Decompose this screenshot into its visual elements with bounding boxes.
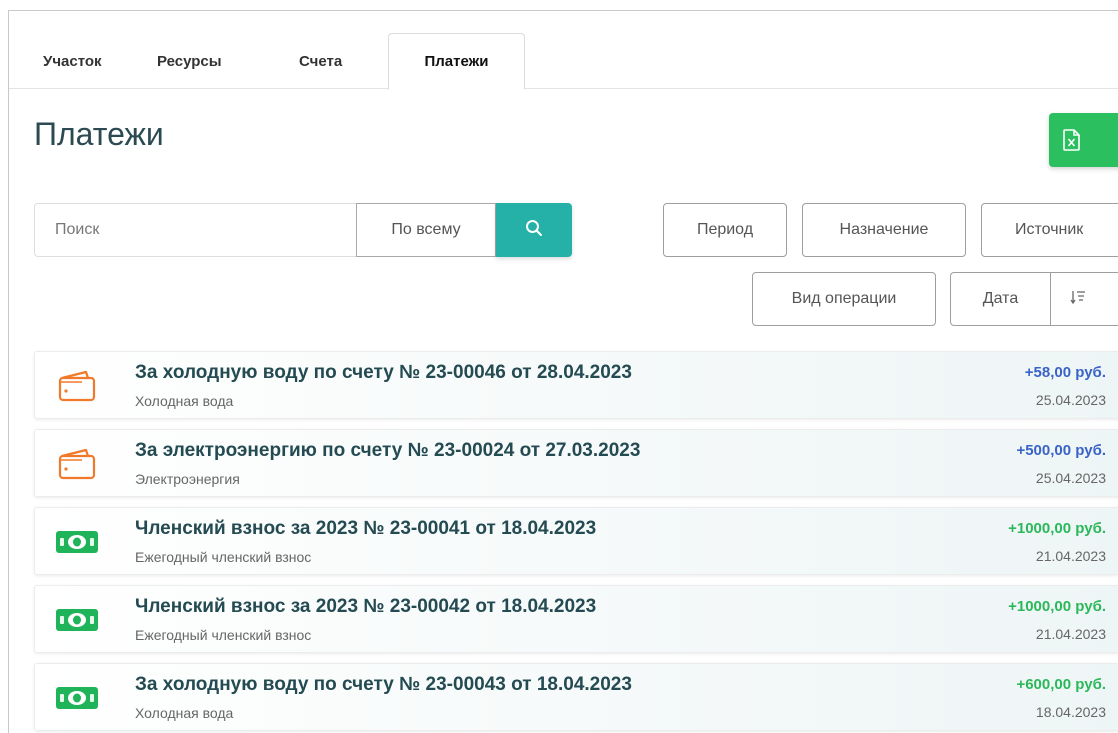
payments-panel: Участок Ресурсы Счета Платежи Платежи По…: [8, 10, 1118, 733]
tab-label: Счета: [299, 52, 343, 70]
cash-icon: [55, 680, 99, 716]
payment-purpose: Холодная вода: [135, 393, 234, 409]
payment-row[interactable]: Членский взнос за 2023 № 23-00041 от 18.…: [34, 507, 1118, 575]
cash-icon: [55, 524, 99, 560]
search-button[interactable]: [496, 203, 572, 257]
sort-descending-icon: [1070, 289, 1086, 310]
payment-title: Членский взнос за 2023 № 23-00042 от 18.…: [135, 596, 597, 617]
sort-field-label: Дата: [982, 290, 1019, 307]
payment-amount: +1000,00 руб.: [1008, 520, 1106, 537]
period-filter-button[interactable]: Период: [663, 203, 787, 257]
payment-purpose: Электроэнергия: [135, 471, 240, 487]
payment-date: 21.04.2023: [1035, 626, 1106, 642]
payment-row[interactable]: Членский взнос за 2023 № 23-00042 от 18.…: [34, 585, 1118, 653]
operation-type-filter-label: Вид операции: [791, 290, 897, 307]
excel-file-icon: [1063, 129, 1081, 151]
export-excel-button[interactable]: [1049, 113, 1118, 167]
search-scope-label: По всему: [391, 221, 461, 238]
tab-label: Ресурсы: [157, 52, 222, 70]
payment-row[interactable]: За холодную воду по счету № 23-00043 от …: [34, 663, 1118, 731]
sort-control: Дата: [950, 272, 1118, 326]
payment-date: 18.04.2023: [1035, 704, 1106, 720]
payment-title: За электроэнергию по счету № 23-00024 от…: [135, 440, 641, 461]
tab-payments[interactable]: Платежи: [388, 33, 525, 90]
payment-title: За холодную воду по счету № 23-00046 от …: [135, 362, 632, 383]
sort-direction-button[interactable]: [1051, 273, 1118, 325]
tab-label: Платежи: [424, 53, 489, 70]
payment-amount: +1000,00 руб.: [1008, 598, 1106, 615]
search-input[interactable]: [34, 203, 356, 257]
payment-date: 21.04.2023: [1035, 548, 1106, 564]
source-filter-button[interactable]: Источник: [981, 203, 1118, 257]
cash-icon: [55, 602, 99, 638]
tab-plot[interactable]: Участок: [19, 33, 126, 89]
search-icon: [525, 219, 543, 242]
payment-row[interactable]: За холодную воду по счету № 23-00046 от …: [34, 351, 1118, 419]
tab-invoices[interactable]: Счета: [275, 33, 366, 89]
payment-purpose: Ежегодный членский взнос: [135, 627, 312, 643]
payment-date: 25.04.2023: [1035, 392, 1106, 408]
payment-amount: +58,00 руб.: [1024, 364, 1106, 381]
payment-amount: +500,00 руб.: [1016, 442, 1106, 459]
tab-bar: Участок Ресурсы Счета Платежи: [9, 11, 1118, 90]
tab-label: Участок: [43, 52, 102, 70]
payment-title: Членский взнос за 2023 № 23-00041 от 18.…: [135, 518, 597, 539]
operation-type-filter-button[interactable]: Вид операции: [752, 272, 936, 326]
payment-purpose: Ежегодный членский взнос: [135, 549, 312, 565]
purpose-filter-button[interactable]: Назначение: [802, 203, 966, 257]
payment-purpose: Холодная вода: [135, 705, 234, 721]
purpose-filter-label: Назначение: [839, 221, 929, 238]
wallet-icon: [55, 446, 99, 482]
search-scope-select[interactable]: По всему: [356, 203, 496, 257]
tab-resources[interactable]: Ресурсы: [133, 33, 246, 89]
payment-title: За холодную воду по счету № 23-00043 от …: [135, 674, 632, 695]
sort-field-select[interactable]: Дата: [951, 273, 1051, 325]
search-bar: По всему: [34, 203, 572, 257]
payment-row[interactable]: За электроэнергию по счету № 23-00024 от…: [34, 429, 1118, 497]
top-strip: [0, 0, 1118, 10]
source-filter-label: Источник: [1015, 221, 1084, 238]
wallet-icon: [55, 368, 99, 404]
payments-list: За холодную воду по счету № 23-00046 от …: [34, 351, 1118, 733]
payment-amount: +600,00 руб.: [1016, 676, 1106, 693]
page-title: Платежи: [34, 116, 164, 152]
period-filter-label: Период: [696, 221, 754, 238]
payment-date: 25.04.2023: [1035, 470, 1106, 486]
